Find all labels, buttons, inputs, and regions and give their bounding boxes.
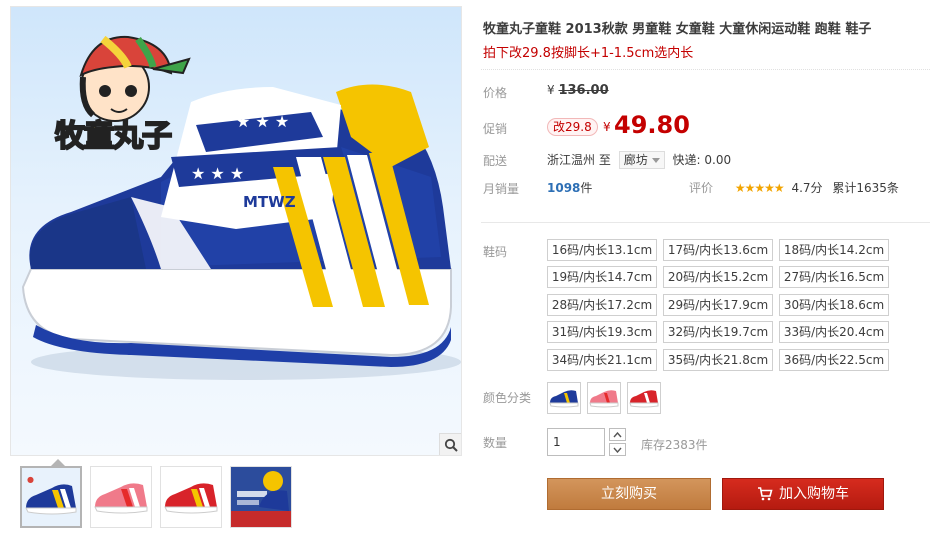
promo-badge: 改29.8	[547, 118, 598, 136]
delivery-to-word: 至	[598, 153, 611, 167]
size-option[interactable]: 32码/内长19.7cm	[663, 321, 773, 343]
original-price: ¥ 136.00	[547, 83, 609, 98]
sales-count: 1098	[547, 181, 581, 195]
add-to-cart-button[interactable]: 加入购物车	[722, 478, 884, 510]
city-select[interactable]: 廊坊	[618, 151, 665, 169]
monthly-sales: 1098件	[547, 179, 592, 196]
rating-summary: 评价 ★★★★★ 4.7分 累计1635条	[689, 179, 899, 196]
thumb-pink-red[interactable]	[90, 466, 152, 528]
size-option[interactable]: 18码/内长14.2cm	[779, 239, 889, 261]
brand-logo: 牧童丸子	[33, 25, 193, 155]
promo-label: 促销	[483, 122, 508, 136]
chevron-up-icon	[613, 431, 622, 437]
rating-total-link[interactable]: 累计1635条	[832, 181, 899, 195]
cart-icon	[757, 482, 773, 512]
size-option[interactable]: 17码/内长13.6cm	[663, 239, 773, 261]
shoe-brand-text: MTWZ	[243, 193, 296, 211]
size-option[interactable]: 31码/内长19.3cm	[547, 321, 657, 343]
delivery-label: 配送	[483, 154, 508, 168]
sales-label: 月销量	[483, 182, 520, 196]
size-option[interactable]: 35码/内长21.8cm	[663, 349, 773, 371]
buy-now-button[interactable]: 立刻购买	[547, 478, 711, 510]
main-product-image[interactable]: ★ ★ ★ ★ ★ ★ MTWZ 牧童丸子	[10, 6, 462, 456]
sales-unit: 件	[580, 181, 593, 195]
product-subtitle: 拍下改29.8按脚长+1-1.5cm选内长	[483, 46, 694, 61]
stock-count: 库存2383件	[641, 438, 708, 452]
quantity-increase-button[interactable]	[609, 428, 626, 441]
logo-text: 牧童丸子	[54, 118, 173, 155]
svg-text:★ ★ ★: ★ ★ ★	[236, 112, 289, 131]
size-option[interactable]: 19码/内长14.7cm	[547, 266, 657, 288]
size-option[interactable]: 27码/内长16.5cm	[779, 266, 889, 288]
product-info-panel: 牧童丸子童鞋 2013秋款 男童鞋 女童鞋 大童休闲运动鞋 跑鞋 鞋子 拍下改2…	[481, 0, 930, 541]
color-label: 颜色分类	[483, 391, 532, 405]
thumb-red-white[interactable]	[160, 466, 222, 528]
size-option[interactable]: 20码/内长15.2cm	[663, 266, 773, 288]
currency-symbol: ¥	[547, 83, 555, 97]
size-option[interactable]: 29码/内长17.9cm	[663, 294, 773, 316]
section-divider	[481, 222, 930, 223]
thumbnail-strip: ●	[14, 458, 462, 534]
magnifier-icon[interactable]	[439, 433, 461, 455]
swatch-pink-red[interactable]	[587, 382, 621, 414]
price-label: 价格	[483, 86, 508, 100]
quantity-decrease-button[interactable]	[609, 443, 626, 456]
current-currency-symbol: ¥	[603, 120, 611, 134]
thumb-promo-poster[interactable]	[230, 466, 292, 528]
size-option[interactable]: 33码/内长20.4cm	[779, 321, 889, 343]
delivery-info: 浙江温州 至 廊坊 快递: 0.00	[547, 151, 731, 169]
size-option[interactable]: 28码/内长17.2cm	[547, 294, 657, 316]
rating-score: 4.7分	[791, 181, 823, 195]
quantity-label: 数量	[483, 436, 508, 450]
size-option[interactable]: 34码/内长21.1cm	[547, 349, 657, 371]
size-option[interactable]: 30码/内长18.6cm	[779, 294, 889, 316]
size-option[interactable]: 16码/内长13.1cm	[547, 239, 657, 261]
svg-text:★ ★ ★: ★ ★ ★	[191, 164, 244, 183]
rating-stars-icon: ★★★★★	[734, 181, 785, 195]
current-price: 49.80	[614, 111, 690, 139]
swatch-red-white[interactable]	[627, 382, 661, 414]
chevron-down-icon	[613, 447, 622, 453]
size-option[interactable]: 36码/内长22.5cm	[779, 349, 889, 371]
delivery-from: 浙江温州	[547, 153, 596, 167]
express-fee: 快递: 0.00	[672, 153, 732, 167]
original-price-value: 136.00	[558, 83, 609, 98]
add-to-cart-label: 加入购物车	[779, 486, 849, 502]
product-title: 牧童丸子童鞋 2013秋款 男童鞋 女童鞋 大童休闲运动鞋 跑鞋 鞋子	[483, 22, 872, 37]
chevron-down-icon	[651, 158, 660, 163]
svg-text:●: ●	[27, 475, 34, 484]
active-thumb-caret	[51, 459, 65, 466]
swatch-blue-yellow[interactable]	[547, 382, 581, 414]
thumb-blue-yellow[interactable]: ●	[20, 466, 82, 528]
size-label: 鞋码	[483, 245, 508, 259]
quantity-input[interactable]: 1	[547, 428, 605, 456]
rating-label: 评价	[689, 181, 714, 195]
city-select-value: 廊坊	[623, 153, 648, 167]
